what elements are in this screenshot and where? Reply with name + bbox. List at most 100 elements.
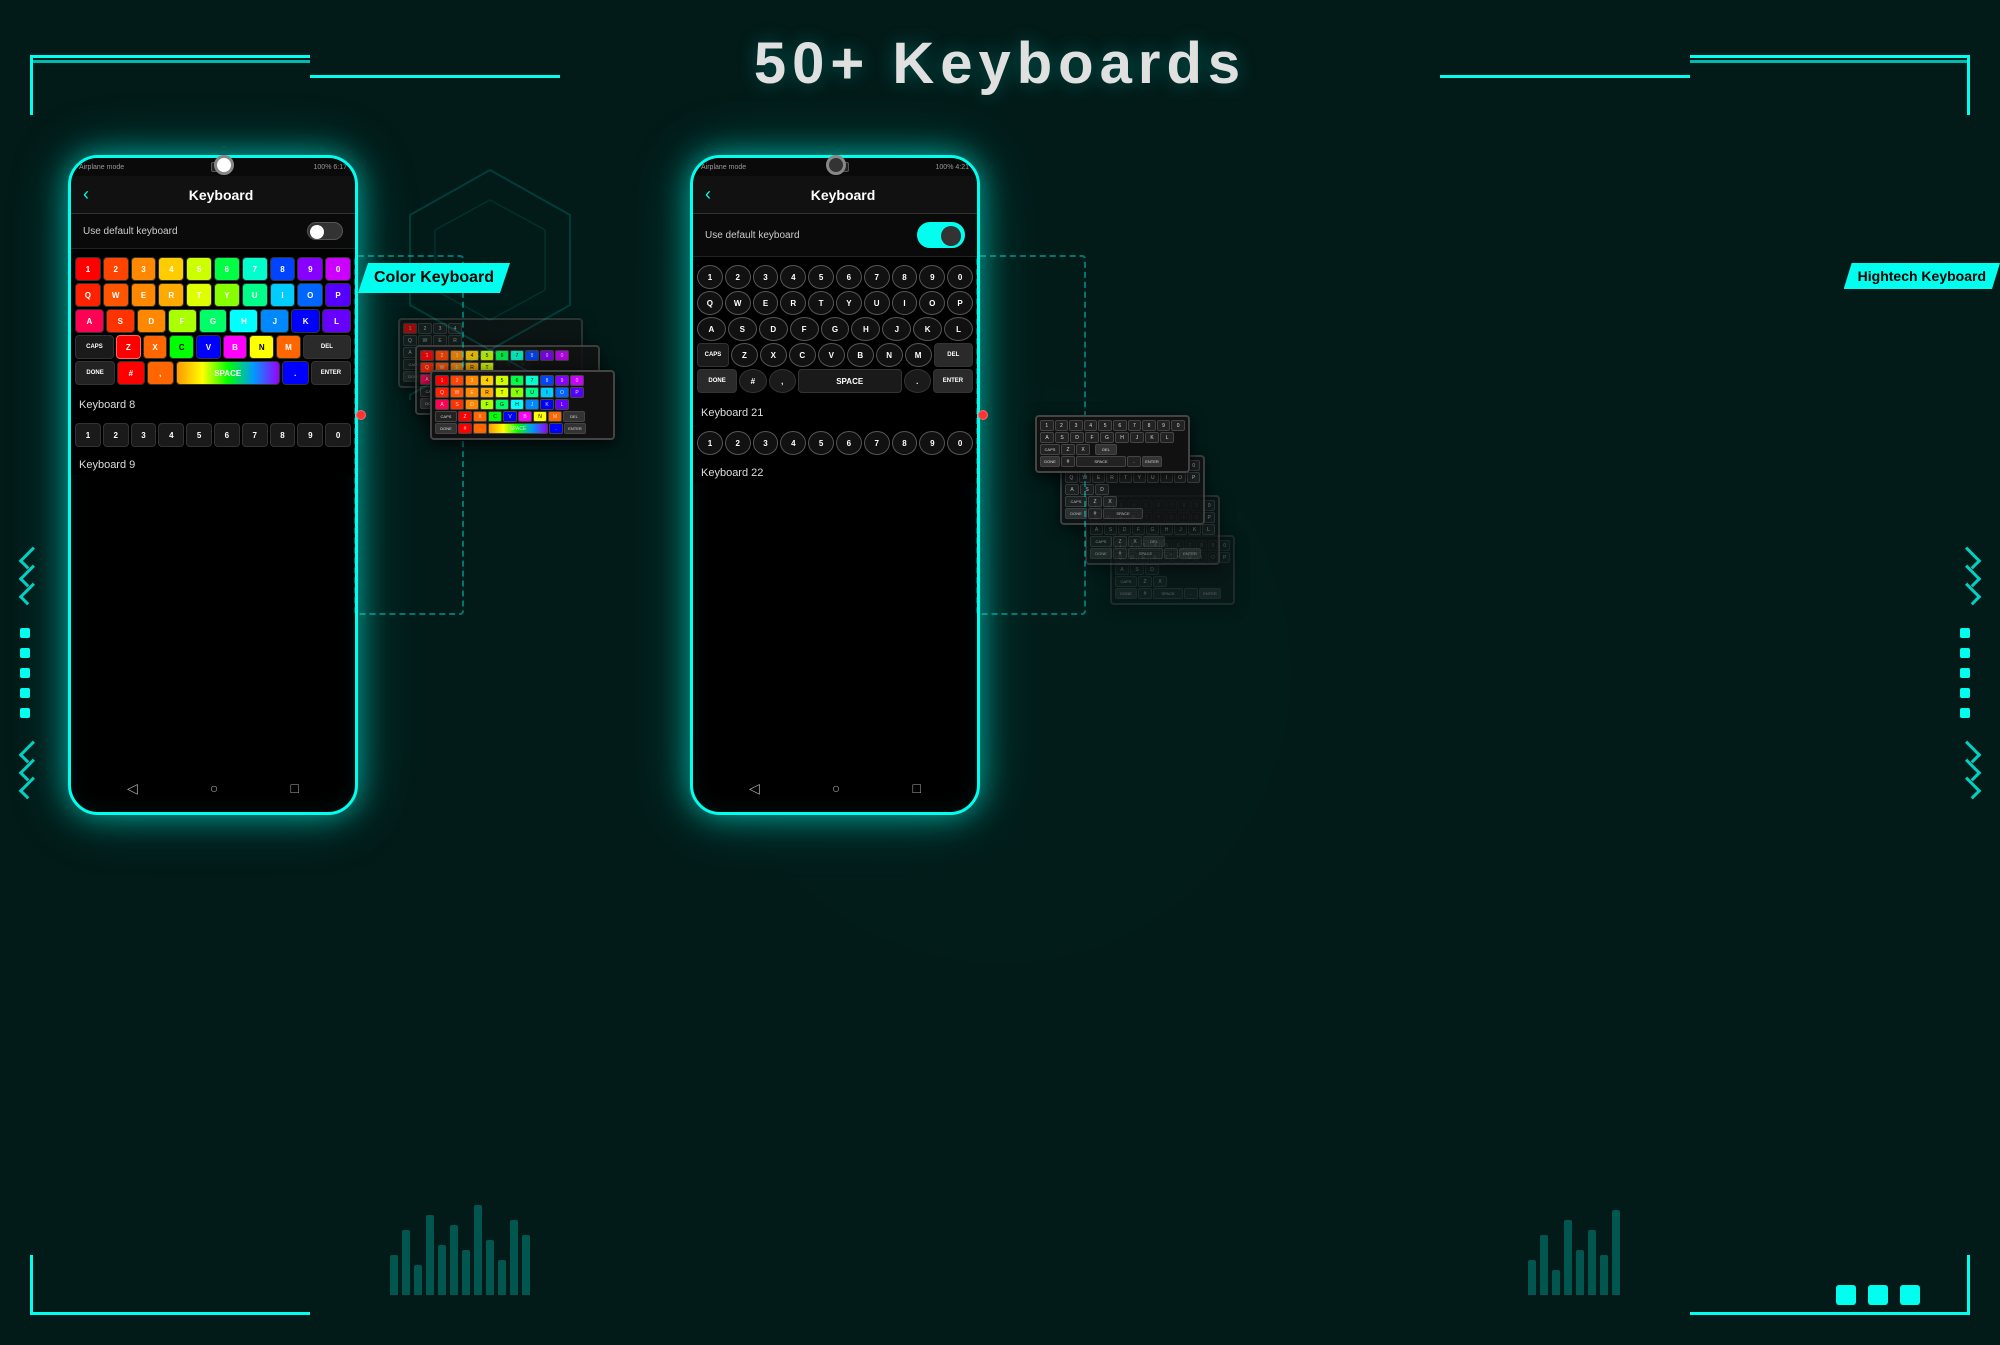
key-o[interactable]: O	[297, 283, 323, 307]
key-2[interactable]: 2	[103, 257, 129, 281]
space-key[interactable]: SPACE	[176, 361, 280, 385]
r-key-h[interactable]: H	[851, 317, 880, 341]
key-m[interactable]: M	[276, 335, 301, 359]
kb9-key-1[interactable]: 1	[75, 423, 101, 447]
r-key-g[interactable]: G	[821, 317, 850, 341]
key-9[interactable]: 9	[297, 257, 323, 281]
kb22-key-8[interactable]: 8	[892, 431, 918, 455]
hash-key[interactable]: #	[117, 361, 144, 385]
r-comma-key[interactable]: ,	[769, 369, 796, 393]
key-l[interactable]: L	[322, 309, 351, 333]
r-key-c[interactable]: C	[789, 343, 816, 367]
enter-key[interactable]: ENTER	[311, 361, 351, 385]
key-y[interactable]: Y	[214, 283, 240, 307]
key-c[interactable]: C	[169, 335, 194, 359]
kb22-key-6[interactable]: 6	[836, 431, 862, 455]
key-g[interactable]: G	[199, 309, 228, 333]
r-key-v[interactable]: V	[818, 343, 845, 367]
key-v[interactable]: V	[196, 335, 221, 359]
r-key-y[interactable]: Y	[836, 291, 862, 315]
default-keyboard-toggle-right[interactable]	[917, 222, 965, 248]
kb9-key-7[interactable]: 7	[242, 423, 268, 447]
key-b[interactable]: B	[223, 335, 248, 359]
key-3[interactable]: 3	[131, 257, 157, 281]
r-dot-key[interactable]: .	[904, 369, 931, 393]
r-done-key[interactable]: DONE	[697, 369, 737, 393]
r-enter-key[interactable]: ENTER	[933, 369, 973, 393]
nav-home[interactable]: ○	[210, 780, 218, 797]
r-key-9[interactable]: 9	[919, 265, 945, 289]
r-space-key[interactable]: SPACE	[798, 369, 902, 393]
key-d[interactable]: D	[137, 309, 166, 333]
r-key-5[interactable]: 5	[808, 265, 834, 289]
r-key-t[interactable]: T	[808, 291, 834, 315]
r-key-1[interactable]: 1	[697, 265, 723, 289]
key-x[interactable]: X	[143, 335, 168, 359]
kb9-key-5[interactable]: 5	[186, 423, 212, 447]
key-j[interactable]: J	[260, 309, 289, 333]
nav-back[interactable]: ◁	[127, 780, 138, 797]
caps-lock-key[interactable]: CAPS	[75, 335, 114, 359]
key-u[interactable]: U	[242, 283, 268, 307]
r-key-0[interactable]: 0	[947, 265, 973, 289]
r-key-n[interactable]: N	[876, 343, 903, 367]
key-5[interactable]: 5	[186, 257, 212, 281]
kb9-key-3[interactable]: 3	[131, 423, 157, 447]
default-keyboard-toggle[interactable]	[307, 222, 343, 240]
r-key-6[interactable]: 6	[836, 265, 862, 289]
r-key-q[interactable]: Q	[697, 291, 723, 315]
r-key-j[interactable]: J	[882, 317, 911, 341]
kb9-key-2[interactable]: 2	[103, 423, 129, 447]
r-key-8[interactable]: 8	[892, 265, 918, 289]
r-key-o[interactable]: O	[919, 291, 945, 315]
r-key-w[interactable]: W	[725, 291, 751, 315]
r-del-key[interactable]: DEL	[934, 343, 973, 367]
kb22-key-7[interactable]: 7	[864, 431, 890, 455]
r-key-s[interactable]: S	[728, 317, 757, 341]
del-key[interactable]: DEL	[303, 335, 351, 359]
r-key-l[interactable]: L	[944, 317, 973, 341]
kb22-key-1[interactable]: 1	[697, 431, 723, 455]
key-q[interactable]: Q	[75, 283, 101, 307]
kb22-key-0[interactable]: 0	[947, 431, 973, 455]
key-7[interactable]: 7	[242, 257, 268, 281]
key-z[interactable]: Z	[116, 335, 141, 359]
kb22-key-3[interactable]: 3	[753, 431, 779, 455]
r-nav-home[interactable]: ○	[832, 780, 840, 797]
nav-recent[interactable]: □	[290, 780, 298, 797]
r-caps-key[interactable]: CAPS	[697, 343, 729, 367]
r-key-a[interactable]: A	[697, 317, 726, 341]
r-key-m[interactable]: M	[905, 343, 932, 367]
r-key-4[interactable]: 4	[780, 265, 806, 289]
r-key-p[interactable]: P	[947, 291, 973, 315]
r-key-7[interactable]: 7	[864, 265, 890, 289]
kb9-key-4[interactable]: 4	[158, 423, 184, 447]
key-8[interactable]: 8	[270, 257, 296, 281]
right-back-button[interactable]: ‹	[705, 184, 711, 205]
key-i[interactable]: I	[270, 283, 296, 307]
key-e[interactable]: E	[131, 283, 157, 307]
key-t[interactable]: T	[186, 283, 212, 307]
key-r[interactable]: R	[158, 283, 184, 307]
r-nav-back[interactable]: ◁	[749, 780, 760, 797]
r-key-d[interactable]: D	[759, 317, 788, 341]
kb9-key-9[interactable]: 9	[297, 423, 323, 447]
key-6[interactable]: 6	[214, 257, 240, 281]
key-k[interactable]: K	[291, 309, 320, 333]
kb22-key-4[interactable]: 4	[780, 431, 806, 455]
key-f[interactable]: F	[168, 309, 197, 333]
kb9-key-0[interactable]: 0	[325, 423, 351, 447]
r-key-f[interactable]: F	[790, 317, 819, 341]
key-4[interactable]: 4	[158, 257, 184, 281]
back-button[interactable]: ‹	[83, 184, 89, 205]
dot-key[interactable]: .	[282, 361, 309, 385]
r-key-u[interactable]: U	[864, 291, 890, 315]
kb22-key-5[interactable]: 5	[808, 431, 834, 455]
r-key-2[interactable]: 2	[725, 265, 751, 289]
key-s[interactable]: S	[106, 309, 135, 333]
key-n[interactable]: N	[249, 335, 274, 359]
r-key-i[interactable]: I	[892, 291, 918, 315]
r-key-x[interactable]: X	[760, 343, 787, 367]
r-hash-key[interactable]: #	[739, 369, 766, 393]
r-key-r[interactable]: R	[780, 291, 806, 315]
